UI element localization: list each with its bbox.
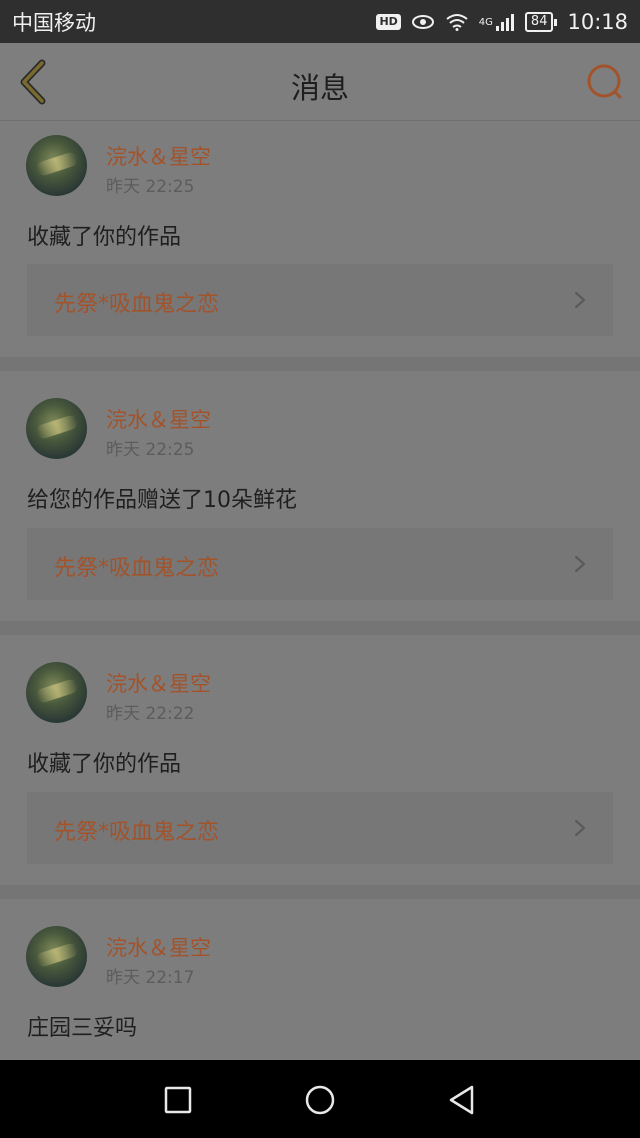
nav-header: 消息: [0, 43, 640, 121]
message-card: 浣水＆星空 昨天 22:22 收藏了你的作品 先祭*吸血鬼之恋: [0, 635, 640, 885]
search-button[interactable]: [586, 63, 626, 103]
message-feed[interactable]: 浣水＆星空 昨天 22:25 收藏了你的作品 先祭*吸血鬼之恋 浣水＆星空 昨天…: [0, 121, 640, 1060]
system-back-button[interactable]: [446, 1084, 478, 1116]
square-icon: [164, 1086, 192, 1114]
triangle-back-icon: [449, 1085, 474, 1115]
circle-icon: [305, 1085, 335, 1115]
avatar[interactable]: [26, 398, 87, 459]
status-bar: 中国移动 HD 4G 84 10:18: [0, 0, 640, 43]
avatar[interactable]: [26, 135, 87, 196]
divider: [0, 885, 640, 899]
signal-icon: [495, 13, 514, 31]
work-title: 先祭*吸血鬼之恋: [54, 556, 220, 581]
timestamp: 昨天 22:25: [106, 177, 195, 197]
avatar[interactable]: [26, 662, 87, 723]
username-link[interactable]: 浣水＆星空: [106, 668, 211, 698]
chevron-right-icon: [574, 291, 586, 309]
eye-icon: [411, 14, 434, 29]
page-title: 消息: [290, 71, 349, 105]
search-icon: [587, 64, 622, 99]
carrier-label: 中国移动: [12, 10, 96, 35]
message-card: 浣水＆星空 昨天 22:25 给您的作品赠送了10朵鲜花 先祭*吸血鬼之恋: [0, 371, 640, 621]
recent-apps-button[interactable]: [162, 1084, 194, 1116]
message-text: 收藏了你的作品: [27, 752, 182, 777]
network-type: 4G: [478, 16, 493, 28]
message-text: 给您的作品赠送了10朵鲜花: [27, 488, 297, 513]
battery-indicator: 84: [524, 11, 557, 32]
home-button[interactable]: [304, 1084, 336, 1116]
message-card: 浣水＆星空 昨天 22:25 收藏了你的作品 先祭*吸血鬼之恋: [0, 121, 640, 371]
username-link[interactable]: 浣水＆星空: [106, 932, 211, 962]
username-link[interactable]: 浣水＆星空: [106, 141, 211, 171]
work-title: 先祭*吸血鬼之恋: [54, 292, 220, 317]
divider: [0, 621, 640, 635]
timestamp: 昨天 22:17: [106, 968, 195, 988]
message-text: 庄园三妥吗: [27, 1016, 138, 1041]
work-link[interactable]: 先祭*吸血鬼之恋: [27, 792, 613, 864]
divider: [0, 357, 640, 371]
username-link[interactable]: 浣水＆星空: [106, 404, 211, 434]
chevron-right-icon: [574, 819, 586, 837]
work-link[interactable]: 先祭*吸血鬼之恋: [27, 264, 613, 336]
work-link[interactable]: 先祭*吸血鬼之恋: [27, 528, 613, 600]
avatar[interactable]: [26, 926, 87, 987]
timestamp: 昨天 22:22: [106, 704, 195, 724]
hd-badge: HD: [376, 13, 401, 30]
message-card: 浣水＆星空 昨天 22:17 庄园三妥吗: [0, 899, 640, 1060]
wifi-icon: [446, 13, 468, 31]
clock: 10:18: [567, 9, 628, 34]
chevron-right-icon: [574, 555, 586, 573]
timestamp: 昨天 22:25: [106, 440, 195, 460]
work-title: 先祭*吸血鬼之恋: [54, 820, 220, 845]
message-text: 收藏了你的作品: [27, 225, 182, 250]
system-nav-bar: [0, 1060, 640, 1138]
status-icons: HD 4G 84 10:18: [376, 10, 628, 34]
